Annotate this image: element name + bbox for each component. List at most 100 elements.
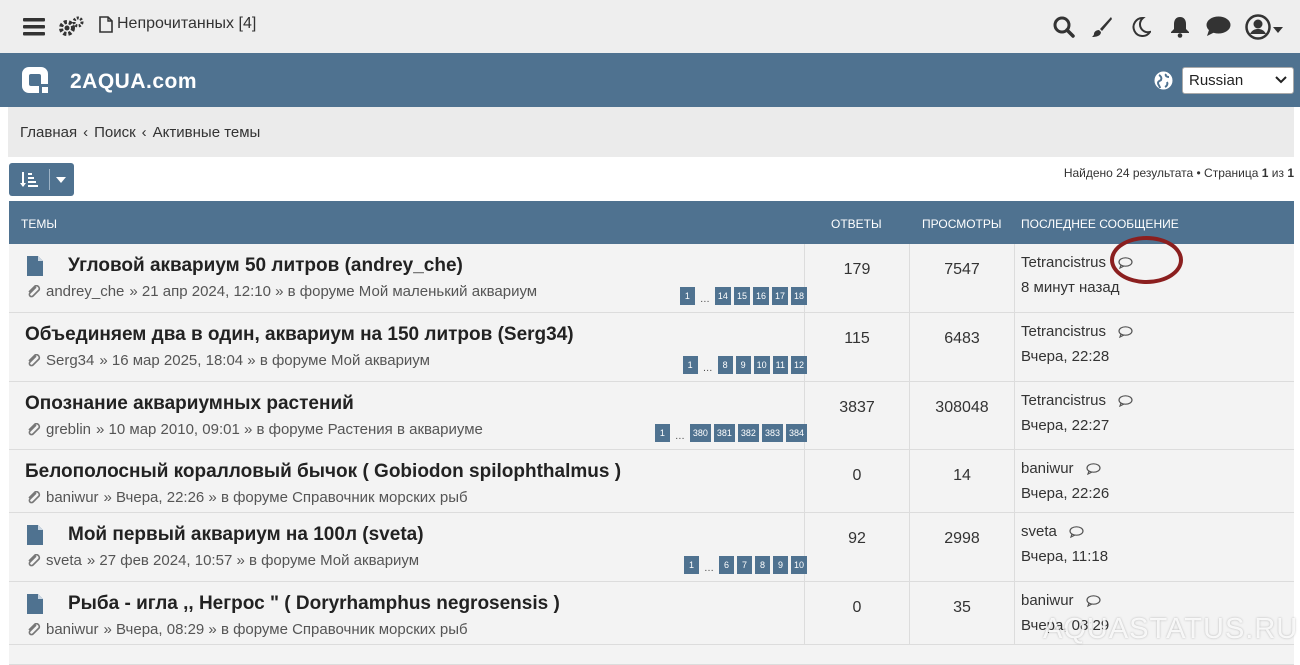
results-of: из [1268, 166, 1288, 180]
unread-link[interactable]: Непрочитанных [4] [99, 15, 256, 33]
topic-title[interactable]: Опознание аквариумных растений [25, 393, 354, 415]
topic-author[interactable]: sveta [46, 552, 82, 569]
pagination-page[interactable]: 8 [754, 556, 770, 574]
last-post-user[interactable]: Tetrancistrus [1021, 323, 1106, 340]
annotation-circle [1110, 236, 1183, 284]
pagination-page[interactable]: 15 [733, 287, 750, 305]
pagination-page[interactable]: 17 [771, 287, 788, 305]
topic-title[interactable]: Объединяем два в один, аквариум на 150 л… [25, 324, 574, 346]
site-title[interactable]: 2AQUA.com [70, 70, 197, 94]
last-post-user[interactable]: Tetrancistrus [1021, 392, 1106, 409]
breadcrumb-home[interactable]: Главная [20, 124, 77, 141]
breadcrumb-active-topics[interactable]: Активные темы [153, 124, 261, 141]
pagination-ellipsis: … [702, 363, 713, 374]
table-row: Объединяем два в один, аквариум на 150 л… [9, 313, 1294, 382]
header-replies: ОТВЕТЫ [831, 217, 882, 231]
pagination-page[interactable]: 380 [689, 424, 711, 442]
pagination-page[interactable]: 10 [790, 556, 807, 574]
table-row: Угловой аквариум 50 литров (andrey_che)a… [9, 244, 1294, 313]
pagination-ellipsis: … [703, 563, 714, 574]
topic-details: » 10 мар 2010, 09:01 » в форуме Растения… [96, 421, 483, 438]
language-value: Russian [1189, 72, 1244, 89]
speech-bubble-icon[interactable] [1069, 525, 1084, 538]
user-menu[interactable] [1244, 0, 1284, 53]
last-post-user-line: Tetrancistrus [1021, 323, 1133, 340]
column-divider [1014, 450, 1015, 512]
topic-details: » 27 фев 2024, 10:57 » в форуме Мой аква… [86, 552, 420, 569]
topic-author[interactable]: baniwur [46, 489, 99, 506]
pagination-page[interactable]: 7 [736, 556, 752, 574]
sort-button[interactable] [9, 163, 74, 196]
bell-icon[interactable] [1168, 0, 1192, 53]
search-icon[interactable] [1052, 0, 1076, 53]
topic-author[interactable]: andrey_che [46, 283, 124, 300]
last-post-user[interactable]: baniwur [1021, 460, 1074, 477]
pagination-page[interactable]: 1 [679, 287, 695, 305]
topic-title[interactable]: Мой первый аквариум на 100л (sveta) [68, 524, 424, 546]
pagination-page[interactable]: 1 [654, 424, 670, 442]
last-post-user[interactable]: sveta [1021, 523, 1057, 540]
topic-meta: greblin » 10 мар 2010, 09:01 » в форуме Р… [27, 421, 483, 438]
topic-icon [27, 594, 43, 614]
pagination-page[interactable]: 12 [790, 356, 807, 374]
last-post-user-line: baniwur [1021, 460, 1101, 477]
topic-pagination: 1 … 8 9 10 11 12 [682, 356, 807, 374]
topic-views: 6483 [944, 330, 980, 347]
column-divider [1014, 582, 1015, 644]
attachment-icon [28, 353, 41, 366]
table-header: ТЕМЫ ОТВЕТЫ ПРОСМОТРЫ ПОСЛЕДНЕЕ СООБЩЕНИ… [9, 201, 1294, 244]
topic-views: 7547 [944, 261, 980, 278]
topic-details: » 21 апр 2024, 12:10 » в форуме Мой мале… [129, 283, 538, 300]
pagination-page[interactable]: 384 [785, 424, 807, 442]
topic-title[interactable]: Белополосный коралловый бычок ( Gobiodon… [25, 461, 621, 483]
pagination-page[interactable]: 18 [790, 287, 807, 305]
speech-bubble-icon[interactable] [1085, 462, 1101, 475]
top-navbar: Непрочитанных [4] [0, 0, 1300, 53]
speech-bubble-icon[interactable] [1118, 394, 1133, 407]
header-last-post: ПОСЛЕДНЕЕ СООБЩЕНИЕ [1021, 217, 1179, 231]
moon-icon[interactable] [1130, 0, 1152, 53]
topic-replies: 3837 [839, 399, 875, 416]
speech-bubble-icon[interactable] [1085, 594, 1101, 607]
pagination-page[interactable]: 381 [713, 424, 735, 442]
last-post-user[interactable]: Tetrancistrus [1021, 254, 1106, 271]
topic-details: » 16 мар 2025, 18:04 » в форуме Мой аква… [99, 352, 430, 369]
pagination-page[interactable]: 1 [683, 556, 699, 574]
topic-title[interactable]: Рыба - игла ,, Негрос " ( Doryrhamphus n… [68, 593, 560, 615]
pagination-page[interactable]: 382 [737, 424, 759, 442]
topic-author[interactable]: baniwur [46, 621, 99, 638]
breadcrumb-bar: Главная ‹ Поиск ‹ Активные темы [8, 107, 1294, 157]
pagination-page[interactable]: 6 [718, 556, 734, 574]
chat-icon[interactable] [1205, 0, 1231, 53]
column-divider [1014, 244, 1015, 312]
last-post-user[interactable]: baniwur [1021, 592, 1074, 609]
header-topics: ТЕМЫ [21, 217, 57, 231]
table-row: Опознание аквариумных растений greblin » 1… [9, 382, 1294, 450]
breadcrumb-search[interactable]: Поиск [94, 124, 136, 141]
topic-replies: 115 [844, 330, 870, 347]
topic-meta: Serg34 » 16 мар 2025, 18:04 » в форуме Мо… [27, 352, 430, 369]
document-icon [99, 15, 113, 33]
pagination-page[interactable]: 383 [761, 424, 783, 442]
topic-icon [27, 256, 43, 276]
menu-icon[interactable] [22, 0, 46, 53]
pagination-page[interactable]: 9 [772, 556, 788, 574]
pagination-page[interactable]: 1 [682, 356, 698, 374]
topic-author[interactable]: greblin [46, 421, 91, 438]
brush-icon[interactable] [1090, 0, 1114, 53]
topic-title[interactable]: Угловой аквариум 50 литров (andrey_che) [68, 255, 463, 277]
unread-label: Непрочитанных [4] [117, 15, 257, 32]
speech-bubble-icon[interactable] [1118, 325, 1133, 338]
language-select[interactable]: Russian [1182, 67, 1294, 94]
breadcrumb-separator: ‹ [141, 124, 147, 141]
gears-icon[interactable] [57, 0, 85, 53]
pagination-page[interactable]: 14 [714, 287, 731, 305]
pagination-page[interactable]: 11 [772, 356, 788, 374]
site-logo-icon[interactable] [20, 65, 50, 95]
topic-replies: 0 [852, 599, 862, 616]
pagination-page[interactable]: 9 [735, 356, 751, 374]
pagination-page[interactable]: 10 [753, 356, 770, 374]
topic-author[interactable]: Serg34 [46, 352, 94, 369]
pagination-page[interactable]: 16 [752, 287, 769, 305]
pagination-page[interactable]: 8 [717, 356, 733, 374]
